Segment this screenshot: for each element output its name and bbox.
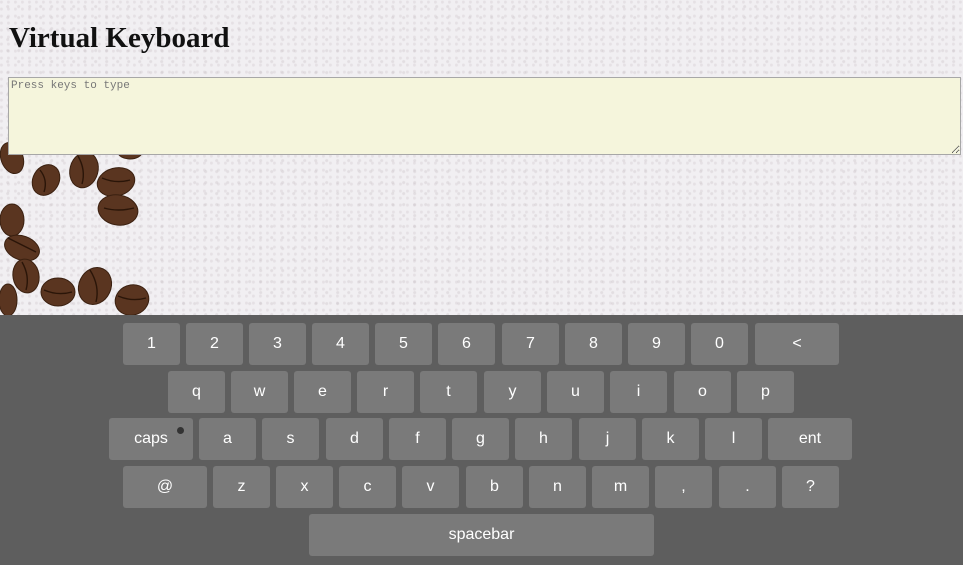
- key-comma[interactable]: ,: [655, 466, 712, 508]
- key-at[interactable]: @: [123, 466, 207, 508]
- key-w[interactable]: w: [231, 371, 288, 413]
- key-e[interactable]: e: [294, 371, 351, 413]
- enter-key[interactable]: ent: [768, 418, 852, 460]
- page-title: Virtual Keyboard: [9, 22, 230, 54]
- key-7[interactable]: 7: [502, 323, 559, 365]
- key-j[interactable]: j: [579, 418, 636, 460]
- key-s[interactable]: s: [262, 418, 319, 460]
- key-z[interactable]: z: [213, 466, 270, 508]
- key-n[interactable]: n: [529, 466, 586, 508]
- keyboard-row-bottom: @ z x c v b n m , . ?: [0, 466, 963, 508]
- caps-lock-key[interactable]: caps: [109, 418, 193, 460]
- keyboard-row-space: spacebar: [0, 514, 963, 556]
- coffee-beans-image: [0, 142, 150, 317]
- key-k[interactable]: k: [642, 418, 699, 460]
- key-y[interactable]: y: [484, 371, 541, 413]
- key-period[interactable]: .: [719, 466, 776, 508]
- key-5[interactable]: 5: [375, 323, 432, 365]
- key-question-mark[interactable]: ?: [782, 466, 839, 508]
- key-u[interactable]: u: [547, 371, 604, 413]
- key-o[interactable]: o: [674, 371, 731, 413]
- key-4[interactable]: 4: [312, 323, 369, 365]
- key-3[interactable]: 3: [249, 323, 306, 365]
- keyboard-row-home: caps a s d f g h j k l ent: [0, 418, 963, 460]
- key-l[interactable]: l: [705, 418, 762, 460]
- key-p[interactable]: p: [737, 371, 794, 413]
- key-g[interactable]: g: [452, 418, 509, 460]
- key-r[interactable]: r: [357, 371, 414, 413]
- backspace-key[interactable]: <: [755, 323, 839, 365]
- key-d[interactable]: d: [326, 418, 383, 460]
- key-q[interactable]: q: [168, 371, 225, 413]
- key-2[interactable]: 2: [186, 323, 243, 365]
- key-9[interactable]: 9: [628, 323, 685, 365]
- virtual-keyboard: 1 2 3 4 5 6 7 8 9 0 < q w e r t y u i o …: [0, 315, 963, 565]
- caps-indicator-icon: [177, 427, 184, 434]
- caps-key-label: caps: [134, 430, 168, 447]
- key-f[interactable]: f: [389, 418, 446, 460]
- key-v[interactable]: v: [402, 466, 459, 508]
- key-i[interactable]: i: [610, 371, 667, 413]
- key-t[interactable]: t: [420, 371, 477, 413]
- key-c[interactable]: c: [339, 466, 396, 508]
- spacebar-key[interactable]: spacebar: [309, 514, 654, 556]
- text-input-area[interactable]: [8, 77, 961, 155]
- key-x[interactable]: x: [276, 466, 333, 508]
- key-b[interactable]: b: [466, 466, 523, 508]
- keyboard-row-qwerty: q w e r t y u i o p: [0, 371, 963, 413]
- key-6[interactable]: 6: [438, 323, 495, 365]
- key-8[interactable]: 8: [565, 323, 622, 365]
- key-h[interactable]: h: [515, 418, 572, 460]
- key-1[interactable]: 1: [123, 323, 180, 365]
- key-m[interactable]: m: [592, 466, 649, 508]
- keyboard-row-numbers: 1 2 3 4 5 6 7 8 9 0 <: [0, 323, 963, 365]
- key-a[interactable]: a: [199, 418, 256, 460]
- key-0[interactable]: 0: [691, 323, 748, 365]
